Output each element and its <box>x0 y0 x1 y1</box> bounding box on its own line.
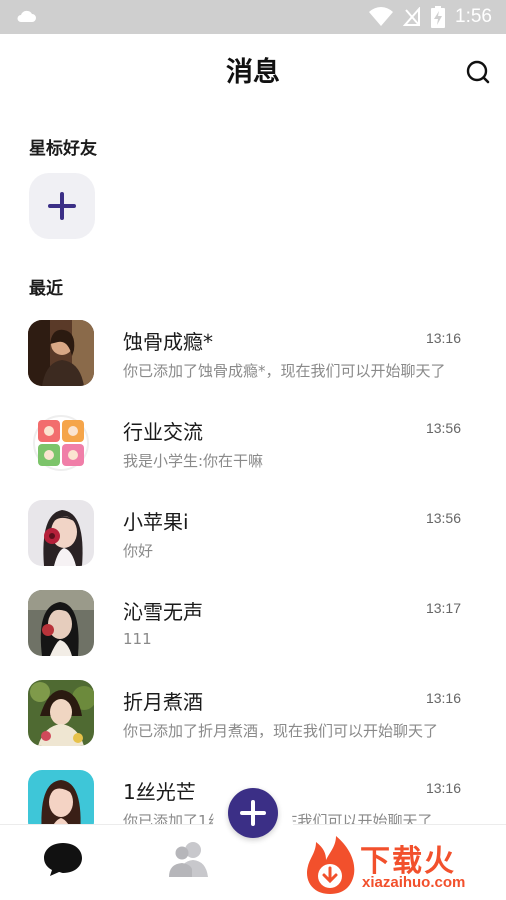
chat-time: 13:56 <box>425 510 461 526</box>
avatar <box>28 500 94 566</box>
starred-friends-heading: 星标好友 <box>29 139 97 159</box>
avatar <box>28 590 94 656</box>
compose-fab-button[interactable] <box>228 788 278 838</box>
search-icon[interactable] <box>464 58 492 86</box>
chat-time: 13:56 <box>425 420 461 436</box>
battery-charging-icon <box>431 6 446 28</box>
chat-list-item[interactable]: 行业交流 13:56 我是小学生:你在干嘛 <box>0 410 506 500</box>
recent-heading: 最近 <box>29 279 63 299</box>
watermark-domain: xiazaihuo.com <box>362 874 466 891</box>
plus-icon <box>240 800 266 826</box>
wifi-icon <box>369 7 394 27</box>
chat-list-item[interactable]: 沁雪无声 13:17 111 <box>0 590 506 680</box>
page-title: 消息 <box>226 57 280 88</box>
chat-time: 13:16 <box>425 330 461 346</box>
chat-list-item[interactable]: 小苹果i 13:56 你好 <box>0 500 506 590</box>
chat-list-item[interactable]: 折月煮酒 13:16 你已添加了折月煮酒，现在我们可以开始聊天了 <box>0 680 506 770</box>
chat-time: 13:16 <box>425 780 461 796</box>
chat-name: 小苹果i <box>123 510 189 534</box>
chat-preview: 111 <box>123 630 152 648</box>
tab-messages-chat-bubble-icon[interactable] <box>40 839 86 879</box>
avatar <box>28 410 94 476</box>
clock: 1:56 <box>455 6 492 27</box>
chat-preview: 你好 <box>123 542 154 560</box>
chat-name: 折月煮酒 <box>123 690 203 714</box>
chat-name: 蚀骨成瘾* <box>123 330 213 354</box>
avatar <box>28 680 94 746</box>
chat-time: 13:17 <box>425 600 461 616</box>
header: 消息 <box>0 34 506 110</box>
tab-contacts-people-icon[interactable] <box>166 839 212 879</box>
cloud-icon <box>17 10 36 22</box>
plus-icon <box>48 192 76 220</box>
chat-preview: 我是小学生:你在干嘛 <box>123 452 264 470</box>
no-signal-icon <box>403 7 421 26</box>
chat-time: 13:16 <box>425 690 461 706</box>
chat-list-item[interactable]: 蚀骨成瘾* 13:16 你已添加了蚀骨成瘾*，现在我们可以开始聊天了 <box>0 320 506 410</box>
watermark: 下载火 xiazaihuo.com <box>300 832 506 900</box>
flame-logo-icon <box>306 836 355 894</box>
chat-preview: 你已添加了蚀骨成瘾*，现在我们可以开始聊天了 <box>123 362 446 380</box>
avatar <box>28 320 94 386</box>
chat-name: 1丝光芒 <box>123 780 196 804</box>
status-bar: 1:56 <box>0 0 506 34</box>
chat-name: 沁雪无声 <box>123 600 203 624</box>
chat-preview: 你已添加了折月煮酒，现在我们可以开始聊天了 <box>123 722 439 740</box>
chat-name: 行业交流 <box>123 420 203 444</box>
add-starred-friend-button[interactable] <box>29 173 95 239</box>
